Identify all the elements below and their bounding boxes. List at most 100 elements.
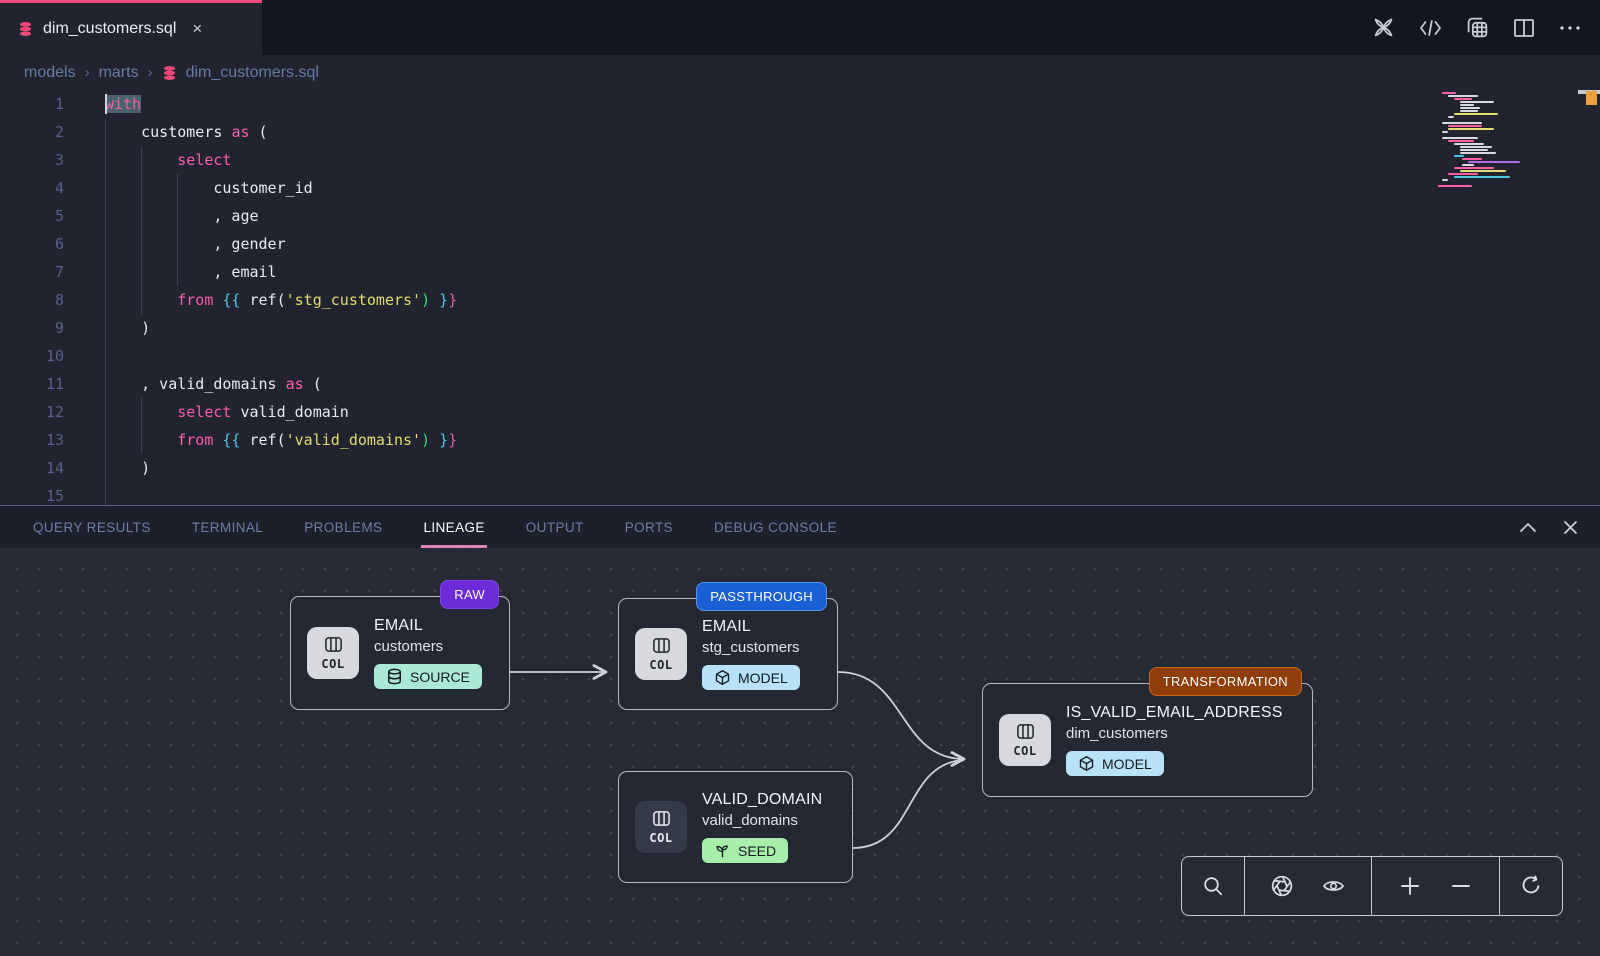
panel-tab-query-results[interactable]: QUERY RESULTS [33,506,151,548]
lineage-toolbar [1181,856,1563,916]
indent-guide [177,174,178,286]
refresh-icon[interactable] [1519,874,1544,899]
code-line: 6 , gender [0,230,1600,258]
code-line: 1with [0,90,1600,118]
code-line: 3 select [0,146,1600,174]
code-line: 8 from {{ ref('stg_customers') }} [0,286,1600,314]
columns-icon [652,637,671,657]
node-type-label: MODEL [1102,756,1152,772]
columns-icon [324,636,343,656]
panel-tab-debug-console[interactable]: DEBUG CONSOLE [714,506,837,548]
line-number: 9 [0,314,64,342]
code-editor[interactable]: 1with2 customers as (3 select4 customer_… [0,90,1600,505]
column-chip-label: COL [649,658,672,672]
close-tab-icon[interactable]: × [192,19,202,39]
minimap[interactable] [1432,92,1532,178]
line-number: 11 [0,370,64,398]
node-type-label: SEED [738,843,776,859]
line-number: 1 [0,90,64,118]
column-chip-label: COL [1013,744,1036,758]
node-column-name: EMAIL [374,617,482,635]
overview-ruler-marker [1586,91,1597,105]
collapse-panel-icon[interactable] [1519,522,1537,533]
column-chip: COL [999,714,1051,766]
lineage-node-dim_customers[interactable]: TRANSFORMATIONCOLIS_VALID_EMAIL_ADDRESSd… [982,683,1313,797]
code-line: 7 , email [0,258,1600,286]
code-line: 4 customer_id [0,174,1600,202]
node-column-name: EMAIL [702,618,800,636]
panel-tab-terminal[interactable]: TERMINAL [192,506,263,548]
code-line: 12 select valid_domain [0,398,1600,426]
panel-tab-lineage[interactable]: LINEAGE [423,506,484,548]
column-chip: COL [635,628,687,680]
line-number: 7 [0,258,64,286]
sprout-icon [714,842,731,859]
column-chip: COL [635,801,687,853]
panel-tab-output[interactable]: OUTPUT [526,506,584,548]
cube-icon [714,669,731,686]
column-chip: COL [307,627,359,679]
zoom-in-icon[interactable] [1398,874,1422,898]
search-icon[interactable] [1201,874,1225,898]
node-model-name: customers [374,638,482,655]
database-icon [386,668,403,685]
bottom-panel-tab-bar: QUERY RESULTS TERMINAL PROBLEMS LINEAGE OUTP… [0,505,1600,548]
line-number: 10 [0,342,64,370]
lineage-canvas[interactable]: RAW COL EMAIL customers SOURCE PASSTHROUGH COL… [0,548,1600,956]
code-line: 11 , valid_domains as ( [0,370,1600,398]
split-editor-icon[interactable] [1512,17,1536,39]
zoom-out-icon[interactable] [1449,874,1473,898]
text-cursor [105,94,107,114]
breadcrumb: models › marts › dim_customers.sql [0,55,1600,90]
column-chip-label: COL [649,831,672,845]
breadcrumb-separator: › [148,64,153,81]
copy-table-icon[interactable] [1465,15,1490,40]
indent-guide [141,398,142,454]
panel-tab-ports[interactable]: PORTS [625,506,673,548]
line-number: 12 [0,398,64,426]
lineage-tag-transformation: TRANSFORMATION [1149,667,1302,696]
line-number: 5 [0,202,64,230]
columns-icon [1016,723,1035,743]
code-line: 2 customers as ( [0,118,1600,146]
node-column-name: IS_VALID_EMAIL_ADDRESS [1066,704,1283,722]
pinwheel-icon[interactable] [1371,15,1396,40]
code-line: 14 ) [0,454,1600,482]
node-model-name: valid_domains [702,812,822,829]
eye-icon[interactable] [1320,874,1347,898]
breadcrumb-separator: › [85,64,90,81]
lineage-tag-passthrough: PASSTHROUGH [696,582,827,611]
line-number: 6 [0,230,64,258]
indent-guide [141,146,142,314]
lineage-node-valid_domains[interactable]: COLVALID_DOMAINvalid_domainsSEED [618,771,853,883]
more-actions-icon[interactable] [1558,24,1582,32]
breadcrumb-item[interactable]: marts [99,64,139,82]
indent-guide [105,118,106,505]
line-number: 14 [0,454,64,482]
line-number: 15 [0,482,64,505]
code-line: 9 ) [0,314,1600,342]
breadcrumb-item[interactable]: models [24,64,76,82]
tab-title: dim_customers.sql [43,20,176,38]
aperture-icon[interactable] [1269,873,1295,899]
breadcrumb-item[interactable]: dim_customers.sql [186,64,319,82]
panel-tab-problems[interactable]: PROBLEMS [304,506,382,548]
cube-icon [1078,755,1095,772]
column-chip-label: COL [321,657,344,671]
line-number: 13 [0,426,64,454]
editor-tab-bar: dim_customers.sql × [0,0,1600,55]
lineage-tag-raw: RAW [440,580,499,609]
line-number: 8 [0,286,64,314]
code-icon[interactable] [1418,17,1443,39]
lineage-node-customers[interactable]: RAWCOLEMAILcustomersSOURCE [290,596,510,710]
line-number: 2 [0,118,64,146]
close-panel-icon[interactable] [1563,520,1578,535]
line-number: 3 [0,146,64,174]
node-type-badge-model: MODEL [1066,751,1164,776]
tab-dim-customers[interactable]: dim_customers.sql × [0,0,262,55]
lineage-node-stg_customers[interactable]: PASSTHROUGHCOLEMAILstg_customersMODEL [618,598,838,710]
node-type-badge-model: MODEL [702,665,800,690]
node-type-label: SOURCE [410,669,470,685]
code-line: 10 [0,342,1600,370]
database-icon [18,21,33,37]
